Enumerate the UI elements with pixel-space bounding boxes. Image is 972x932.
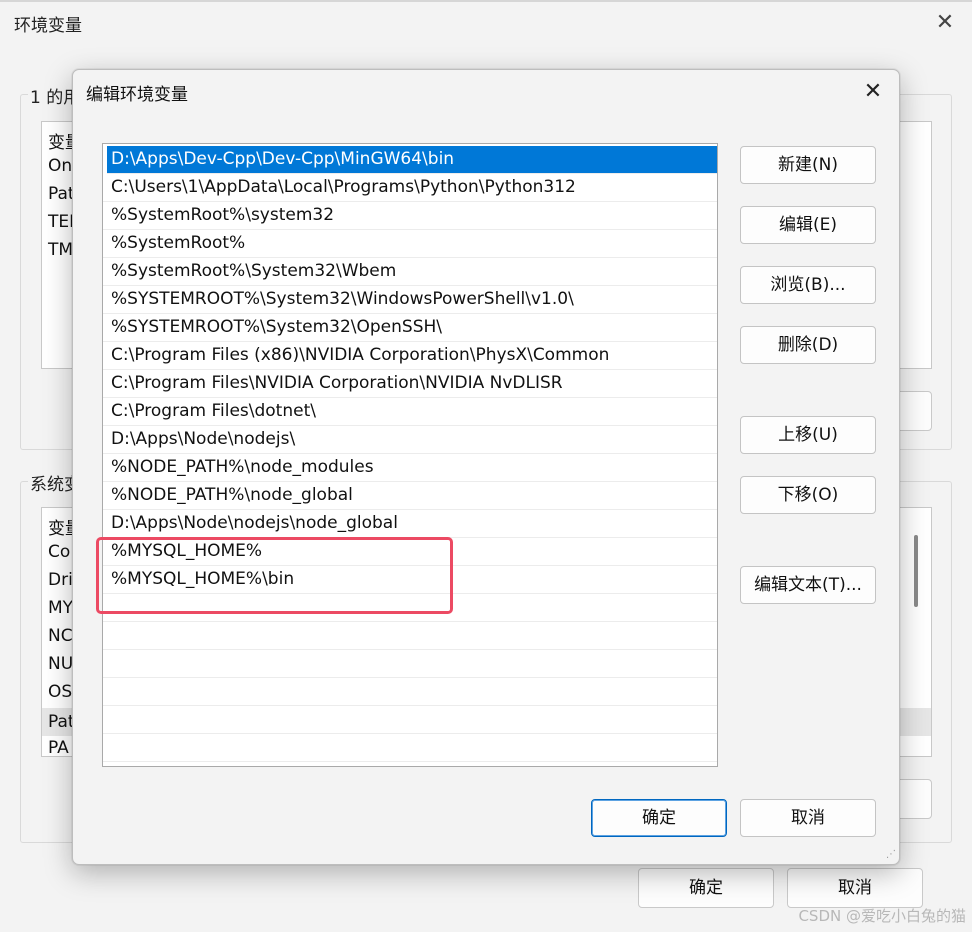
- list-item[interactable]: MY: [48, 598, 73, 618]
- edit-text-button[interactable]: 编辑文本(T)...: [740, 566, 876, 604]
- dialog-title: 编辑环境变量: [86, 85, 188, 105]
- path-row[interactable]: %NODE_PATH%\node_global: [103, 482, 717, 510]
- cancel-button[interactable]: 取消: [787, 868, 923, 908]
- ok-button[interactable]: 确定: [638, 868, 774, 908]
- edit-environment-variable-dialog: 编辑环境变量 ✕ D:\Apps\Dev-Cpp\Dev-Cpp\MinGW64…: [72, 69, 900, 865]
- close-icon[interactable]: ✕: [928, 6, 962, 40]
- path-row[interactable]: C:\Users\1\AppData\Local\Programs\Python…: [103, 174, 717, 202]
- move-up-button[interactable]: 上移(U): [740, 416, 876, 454]
- list-item[interactable]: Dri: [48, 570, 73, 590]
- path-row-empty[interactable]: [103, 622, 717, 650]
- list-item[interactable]: NC: [48, 626, 73, 646]
- ok-button[interactable]: 确定: [591, 799, 727, 837]
- list-item[interactable]: OS: [48, 682, 72, 702]
- browse-button[interactable]: 浏览(B)...: [740, 266, 876, 304]
- path-row-empty[interactable]: [103, 706, 717, 734]
- new-button[interactable]: 新建(N): [740, 146, 876, 184]
- path-row[interactable]: D:\Apps\Node\nodejs\node_global: [103, 510, 717, 538]
- scrollbar-thumb[interactable]: [914, 535, 918, 607]
- list-item[interactable]: On: [48, 156, 72, 176]
- resize-grip-icon[interactable]: ⋰: [884, 849, 896, 861]
- window-top-edge: [0, 0, 972, 2]
- path-row[interactable]: C:\Program Files\dotnet\: [103, 398, 717, 426]
- path-row[interactable]: %SystemRoot%\system32: [103, 202, 717, 230]
- cancel-button[interactable]: 取消: [740, 799, 876, 837]
- path-row[interactable]: %SystemRoot%\System32\Wbem: [103, 258, 717, 286]
- path-row-empty[interactable]: [103, 762, 717, 766]
- path-row[interactable]: %SYSTEMROOT%\System32\WindowsPowerShell\…: [103, 286, 717, 314]
- list-item[interactable]: Pat: [48, 184, 75, 204]
- delete-button[interactable]: 删除(D): [740, 326, 876, 364]
- path-row-empty[interactable]: [103, 734, 717, 762]
- list-item[interactable]: TM: [48, 240, 73, 260]
- watermark: CSDN @爱吃小白兔的猫: [798, 907, 966, 925]
- move-down-button[interactable]: 下移(O): [740, 476, 876, 514]
- list-item[interactable]: PA: [48, 738, 69, 756]
- path-row[interactable]: C:\Program Files (x86)\NVIDIA Corporatio…: [103, 342, 717, 370]
- list-item[interactable]: NU: [48, 654, 73, 674]
- path-row-selected[interactable]: D:\Apps\Dev-Cpp\Dev-Cpp\MinGW64\bin: [107, 146, 717, 174]
- path-row[interactable]: %SystemRoot%: [103, 230, 717, 258]
- path-row[interactable]: %MYSQL_HOME%: [103, 538, 717, 566]
- path-row[interactable]: %SYSTEMROOT%\System32\OpenSSH\: [103, 314, 717, 342]
- path-row[interactable]: %MYSQL_HOME%\bin: [103, 566, 717, 594]
- path-row[interactable]: %NODE_PATH%\node_modules: [103, 454, 717, 482]
- path-row-empty[interactable]: [103, 650, 717, 678]
- list-item[interactable]: Co: [48, 542, 70, 562]
- close-icon[interactable]: ✕: [855, 74, 891, 110]
- path-row-empty[interactable]: [103, 594, 717, 622]
- path-row[interactable]: D:\Apps\Node\nodejs\: [103, 426, 717, 454]
- path-row-empty[interactable]: [103, 678, 717, 706]
- edit-button[interactable]: 编辑(E): [740, 206, 876, 244]
- list-item[interactable]: TEI: [48, 212, 74, 232]
- path-row[interactable]: C:\Program Files\NVIDIA Corporation\NVID…: [103, 370, 717, 398]
- window-title: 环境变量: [14, 16, 82, 36]
- path-list[interactable]: D:\Apps\Dev-Cpp\Dev-Cpp\MinGW64\bin C:\Us…: [102, 143, 718, 767]
